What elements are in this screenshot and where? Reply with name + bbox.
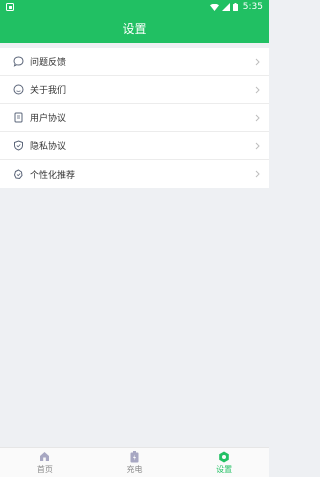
info-circle-icon [12,84,24,96]
cell-signal-icon [221,3,230,11]
settings-item-label: 隐私协议 [30,142,67,152]
settings-item-label: 用户协议 [30,114,67,124]
chevron-right-icon [254,85,261,94]
settings-item-user-agreement[interactable]: 用户协议 [0,104,269,132]
battery-charging-icon [129,450,141,463]
tab-label: 首页 [36,464,53,474]
settings-item-label: 个性化推荐 [30,170,76,181]
gear-icon [218,451,230,463]
tab-charging[interactable]: 充电 [90,448,180,477]
shield-icon [12,140,24,152]
tab-label: 设置 [216,464,233,474]
settings-item-personalized-recommendation[interactable]: 个性化推荐 [0,160,269,188]
status-time: 5:35 [242,2,263,12]
chevron-right-icon [254,170,261,179]
wifi-icon [209,3,219,11]
chevron-right-icon [254,57,261,66]
settings-item-privacy[interactable]: 隐私协议 [0,132,269,160]
settings-item-about[interactable]: 关于我们 [0,76,269,104]
settings-item-feedback[interactable]: 问题反馈 [0,48,269,76]
status-bar: 5:35 [0,0,269,14]
app-notification-icon [6,3,14,11]
document-icon [12,112,24,124]
chevron-right-icon [254,113,261,122]
settings-list: 问题反馈 关于我们 用户协议 隐私协议 个性化推荐 [0,48,269,188]
home-icon [39,451,51,463]
tab-home[interactable]: 首页 [0,448,90,477]
battery-icon [232,3,238,11]
settings-item-label: 问题反馈 [30,58,67,68]
badge-check-icon [12,168,24,180]
bottom-tab-bar: 首页 充电 设置 [0,447,269,477]
tab-settings[interactable]: 设置 [179,448,269,477]
app-header: 设置 [0,14,269,43]
chevron-right-icon [254,141,261,150]
settings-item-label: 关于我们 [30,86,67,96]
chat-bubble-icon [12,56,24,68]
page-title: 设置 [122,22,147,36]
tab-label: 充电 [126,464,143,474]
